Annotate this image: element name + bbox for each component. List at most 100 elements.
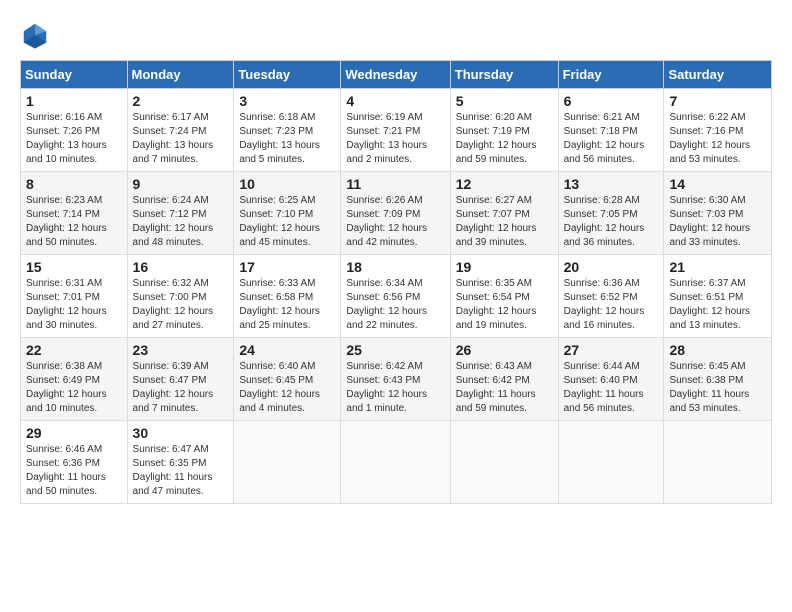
- day-of-week-header: Sunday: [21, 61, 128, 89]
- day-info: Sunrise: 6:17 AM Sunset: 7:24 PM Dayligh…: [133, 111, 229, 167]
- day-number: 16: [133, 259, 229, 275]
- day-number: 12: [456, 176, 553, 192]
- calendar-cell: 3Sunrise: 6:18 AM Sunset: 7:23 PM Daylig…: [234, 89, 341, 172]
- calendar-week-row: 29Sunrise: 6:46 AM Sunset: 6:36 PM Dayli…: [21, 421, 772, 504]
- day-number: 24: [239, 342, 335, 358]
- day-number: 5: [456, 93, 553, 109]
- day-number: 20: [564, 259, 659, 275]
- day-number: 18: [346, 259, 444, 275]
- day-info: Sunrise: 6:32 AM Sunset: 7:00 PM Dayligh…: [133, 277, 229, 333]
- day-number: 2: [133, 93, 229, 109]
- day-of-week-header: Saturday: [664, 61, 772, 89]
- day-info: Sunrise: 6:36 AM Sunset: 6:52 PM Dayligh…: [564, 277, 659, 333]
- calendar-cell: 23Sunrise: 6:39 AM Sunset: 6:47 PM Dayli…: [127, 338, 234, 421]
- day-info: Sunrise: 6:23 AM Sunset: 7:14 PM Dayligh…: [26, 194, 122, 250]
- calendar-cell: 24 Sunrise: 6:40 AM Sunset: 6:45 PM Dayli…: [234, 338, 341, 421]
- day-info: Sunrise: 6:44 AM Sunset: 6:40 PM Dayligh…: [564, 360, 659, 416]
- day-number: 8: [26, 176, 122, 192]
- calendar-cell: 21Sunrise: 6:37 AM Sunset: 6:51 PM Dayli…: [664, 255, 772, 338]
- calendar-cell: 17 Sunrise: 6:33 AM Sunset: 6:58 PM Dayli…: [234, 255, 341, 338]
- day-info: Sunrise: 6:22 AM Sunset: 7:16 PM Dayligh…: [669, 111, 766, 167]
- calendar-week-row: 15Sunrise: 6:31 AM Sunset: 7:01 PM Dayli…: [21, 255, 772, 338]
- calendar-cell: 9 Sunrise: 6:24 AM Sunset: 7:12 PM Daylig…: [127, 172, 234, 255]
- calendar-cell: [664, 421, 772, 504]
- day-info: Sunrise: 6:28 AM Sunset: 7:05 PM Dayligh…: [564, 194, 659, 250]
- calendar-cell: 15Sunrise: 6:31 AM Sunset: 7:01 PM Dayli…: [21, 255, 128, 338]
- calendar-cell: [234, 421, 341, 504]
- calendar-cell: 4 Sunrise: 6:19 AM Sunset: 7:21 PM Daylig…: [341, 89, 450, 172]
- day-info: Sunrise: 6:21 AM Sunset: 7:18 PM Dayligh…: [564, 111, 659, 167]
- day-info: Sunrise: 6:42 AM Sunset: 6:43 PM Dayligh…: [346, 360, 444, 416]
- day-info: Sunrise: 6:33 AM Sunset: 6:58 PM Dayligh…: [239, 277, 335, 333]
- day-info: Sunrise: 6:39 AM Sunset: 6:47 PM Dayligh…: [133, 360, 229, 416]
- day-number: 13: [564, 176, 659, 192]
- day-number: 27: [564, 342, 659, 358]
- day-info: Sunrise: 6:31 AM Sunset: 7:01 PM Dayligh…: [26, 277, 122, 333]
- day-info: Sunrise: 6:20 AM Sunset: 7:19 PM Dayligh…: [456, 111, 553, 167]
- logo-icon: [20, 20, 50, 50]
- calendar-week-row: 22 Sunrise: 6:38 AM Sunset: 6:49 PM Dayli…: [21, 338, 772, 421]
- day-number: 11: [346, 176, 444, 192]
- day-number: 28: [669, 342, 766, 358]
- day-number: 7: [669, 93, 766, 109]
- day-info: Sunrise: 6:16 AM Sunset: 7:26 PM Dayligh…: [26, 111, 122, 167]
- day-info: Sunrise: 6:40 AM Sunset: 6:45 PM Dayligh…: [239, 360, 335, 416]
- day-of-week-header: Thursday: [450, 61, 558, 89]
- day-info: Sunrise: 6:27 AM Sunset: 7:07 PM Dayligh…: [456, 194, 553, 250]
- calendar-table: SundayMondayTuesdayWednesdayThursdayFrid…: [20, 60, 772, 504]
- logo: [20, 20, 52, 50]
- calendar-cell: 28 Sunrise: 6:45 AM Sunset: 6:38 PM Dayli…: [664, 338, 772, 421]
- day-of-week-header: Wednesday: [341, 61, 450, 89]
- calendar-cell: 19Sunrise: 6:35 AM Sunset: 6:54 PM Dayli…: [450, 255, 558, 338]
- calendar-cell: 13 Sunrise: 6:28 AM Sunset: 7:05 PM Dayli…: [558, 172, 664, 255]
- calendar-cell: 1 Sunrise: 6:16 AM Sunset: 7:26 PM Daylig…: [21, 89, 128, 172]
- calendar-cell: 7 Sunrise: 6:22 AM Sunset: 7:16 PM Daylig…: [664, 89, 772, 172]
- calendar-cell: 20 Sunrise: 6:36 AM Sunset: 6:52 PM Dayli…: [558, 255, 664, 338]
- page-header: [20, 20, 772, 50]
- day-number: 22: [26, 342, 122, 358]
- day-info: Sunrise: 6:26 AM Sunset: 7:09 PM Dayligh…: [346, 194, 444, 250]
- day-info: Sunrise: 6:35 AM Sunset: 6:54 PM Dayligh…: [456, 277, 553, 333]
- calendar-cell: [450, 421, 558, 504]
- day-info: Sunrise: 6:34 AM Sunset: 6:56 PM Dayligh…: [346, 277, 444, 333]
- day-of-week-header: Friday: [558, 61, 664, 89]
- calendar-cell: 2 Sunrise: 6:17 AM Sunset: 7:24 PM Daylig…: [127, 89, 234, 172]
- calendar-cell: 14 Sunrise: 6:30 AM Sunset: 7:03 PM Dayli…: [664, 172, 772, 255]
- calendar-week-row: 1 Sunrise: 6:16 AM Sunset: 7:26 PM Daylig…: [21, 89, 772, 172]
- calendar-week-row: 8 Sunrise: 6:23 AM Sunset: 7:14 PM Daylig…: [21, 172, 772, 255]
- calendar-cell: 10 Sunrise: 6:25 AM Sunset: 7:10 PM Dayli…: [234, 172, 341, 255]
- calendar-cell: 5 Sunrise: 6:20 AM Sunset: 7:19 PM Daylig…: [450, 89, 558, 172]
- calendar-cell: 25 Sunrise: 6:42 AM Sunset: 6:43 PM Dayli…: [341, 338, 450, 421]
- day-number: 10: [239, 176, 335, 192]
- calendar-cell: 11 Sunrise: 6:26 AM Sunset: 7:09 PM Dayli…: [341, 172, 450, 255]
- day-number: 9: [133, 176, 229, 192]
- calendar-cell: 29Sunrise: 6:46 AM Sunset: 6:36 PM Dayli…: [21, 421, 128, 504]
- calendar-cell: 26 Sunrise: 6:43 AM Sunset: 6:42 PM Dayli…: [450, 338, 558, 421]
- day-info: Sunrise: 6:38 AM Sunset: 6:49 PM Dayligh…: [26, 360, 122, 416]
- day-number: 25: [346, 342, 444, 358]
- day-of-week-header: Tuesday: [234, 61, 341, 89]
- calendar-cell: 12 Sunrise: 6:27 AM Sunset: 7:07 PM Dayli…: [450, 172, 558, 255]
- day-number: 14: [669, 176, 766, 192]
- day-info: Sunrise: 6:45 AM Sunset: 6:38 PM Dayligh…: [669, 360, 766, 416]
- day-number: 4: [346, 93, 444, 109]
- day-info: Sunrise: 6:30 AM Sunset: 7:03 PM Dayligh…: [669, 194, 766, 250]
- calendar-cell: 22 Sunrise: 6:38 AM Sunset: 6:49 PM Dayli…: [21, 338, 128, 421]
- day-number: 17: [239, 259, 335, 275]
- calendar-cell: 30 Sunrise: 6:47 AM Sunset: 6:35 PM Dayli…: [127, 421, 234, 504]
- day-number: 26: [456, 342, 553, 358]
- day-info: Sunrise: 6:43 AM Sunset: 6:42 PM Dayligh…: [456, 360, 553, 416]
- day-number: 30: [133, 425, 229, 441]
- day-of-week-header: Monday: [127, 61, 234, 89]
- day-info: Sunrise: 6:24 AM Sunset: 7:12 PM Dayligh…: [133, 194, 229, 250]
- day-info: Sunrise: 6:18 AM Sunset: 7:23 PM Dayligh…: [239, 111, 335, 167]
- day-info: Sunrise: 6:47 AM Sunset: 6:35 PM Dayligh…: [133, 443, 229, 499]
- calendar-cell: [558, 421, 664, 504]
- calendar-cell: [341, 421, 450, 504]
- day-info: Sunrise: 6:46 AM Sunset: 6:36 PM Dayligh…: [26, 443, 122, 499]
- day-number: 21: [669, 259, 766, 275]
- day-info: Sunrise: 6:19 AM Sunset: 7:21 PM Dayligh…: [346, 111, 444, 167]
- day-number: 6: [564, 93, 659, 109]
- day-info: Sunrise: 6:25 AM Sunset: 7:10 PM Dayligh…: [239, 194, 335, 250]
- day-number: 1: [26, 93, 122, 109]
